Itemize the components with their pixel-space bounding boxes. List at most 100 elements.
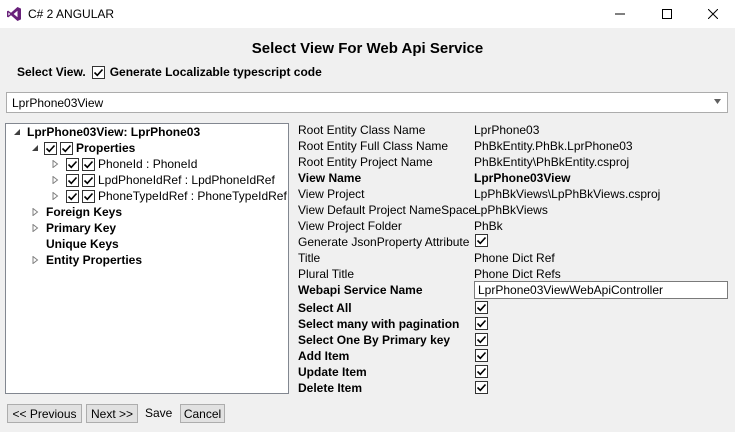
root-entity-project-name-value: PhBkEntity\PhBkEntity.csproj (474, 155, 630, 169)
root-entity-class-name-value: LprPhone03 (474, 123, 540, 137)
tree-node-property[interactable]: LpdPhoneIdRef : LpdPhoneIdRef (50, 172, 275, 188)
cancel-button[interactable]: Cancel (180, 404, 225, 423)
close-icon (708, 9, 718, 19)
view-select-value: LprPhone03View (12, 96, 104, 110)
view-project-folder-label: View Project Folder (298, 219, 402, 233)
tree-node-label: Properties (76, 141, 136, 155)
properties-checkbox-a[interactable] (44, 141, 57, 155)
properties-checkbox-b[interactable] (60, 141, 73, 155)
view-project-value: LpPhBkViews\LpPhBkViews.csproj (474, 187, 661, 201)
tree-node-entity-properties[interactable]: Entity Properties (30, 252, 142, 268)
root-entity-full-class-name-label: Root Entity Full Class Name (298, 139, 449, 153)
close-button[interactable] (690, 0, 735, 28)
select-one-label: Select One By Primary key (298, 333, 451, 347)
plural-title-label: Plural Title (298, 267, 355, 281)
view-select-dropdown[interactable]: LprPhone03View (6, 92, 728, 113)
checkmark-icon (93, 68, 103, 76)
tree-node-primary-key[interactable]: Primary Key (30, 220, 116, 236)
chevron-down-icon (714, 99, 721, 104)
minimize-icon (615, 13, 625, 15)
tree-node-properties[interactable]: Properties (30, 140, 135, 156)
view-project-label: View Project (298, 187, 365, 201)
add-item-checkbox[interactable] (475, 349, 488, 362)
title-label: Title (298, 251, 321, 265)
next-button[interactable]: Next >> (86, 404, 138, 423)
checkmark-icon (67, 192, 78, 200)
checkmark-icon (83, 192, 94, 200)
checkmark-icon (476, 319, 487, 328)
window-title: C# 2 ANGULAR (28, 7, 115, 21)
tree-root-node[interactable]: LprPhone03View: LprPhone03 (12, 124, 200, 140)
generate-json-property-checkbox[interactable] (475, 234, 488, 247)
tree-node-label: Primary Key (46, 221, 117, 235)
checkmark-icon (67, 176, 78, 184)
root-entity-project-name-label: Root Entity Project Name (298, 155, 433, 169)
update-item-label: Update Item (298, 365, 367, 379)
expand-arrow-icon[interactable] (30, 255, 40, 265)
property-checkbox-a[interactable] (66, 173, 79, 187)
webapi-service-name-label: Webapi Service Name (298, 283, 423, 297)
maximize-button[interactable] (644, 0, 690, 28)
root-entity-class-name-label: Root Entity Class Name (298, 123, 426, 137)
property-checkbox-b[interactable] (82, 173, 95, 187)
view-default-namespace-label: View Default Project NameSpace (298, 203, 476, 217)
checkmark-icon (83, 176, 94, 184)
checkmark-icon (476, 383, 487, 392)
select-all-checkbox[interactable] (475, 301, 488, 314)
title-value: Phone Dict Ref (474, 251, 555, 265)
select-many-checkbox[interactable] (475, 317, 488, 330)
plural-title-value: Phone Dict Refs (474, 267, 561, 281)
tree-node-foreign-keys[interactable]: Foreign Keys (30, 204, 122, 220)
checkmark-icon (476, 367, 487, 376)
property-checkbox-b[interactable] (82, 157, 95, 171)
save-button[interactable]: Save (145, 406, 172, 420)
delete-item-label: Delete Item (298, 381, 363, 395)
expand-arrow-icon[interactable] (50, 191, 60, 201)
select-one-checkbox[interactable] (475, 333, 488, 346)
minimize-button[interactable] (597, 0, 643, 28)
maximize-icon (662, 9, 672, 19)
collapse-arrow-icon[interactable] (12, 127, 22, 137)
property-checkbox-a[interactable] (66, 157, 79, 171)
checkmark-icon (67, 160, 78, 168)
tree-node-label: Unique Keys (46, 237, 119, 251)
update-item-checkbox[interactable] (475, 365, 488, 378)
tree-node-label: LpdPhoneIdRef : LpdPhoneIdRef (98, 173, 275, 187)
add-item-label: Add Item (298, 349, 350, 363)
collapse-arrow-icon[interactable] (30, 143, 40, 153)
tree-node-label: Entity Properties (46, 253, 143, 267)
webapi-service-name-input[interactable]: LprPhone03ViewWebApiController (474, 281, 728, 299)
select-all-label: Select All (298, 301, 352, 315)
checkmark-icon (45, 144, 56, 152)
view-name-label: View Name (298, 171, 362, 185)
tree-node-property[interactable]: PhoneId : PhoneId (50, 156, 197, 172)
checkmark-icon (476, 236, 487, 245)
expand-arrow-icon[interactable] (50, 159, 60, 169)
tree-node-property[interactable]: PhoneTypeIdRef : PhoneTypeIdRef (50, 188, 287, 204)
select-view-row: Select View. Generate Localizable typesc… (17, 64, 322, 80)
expand-arrow-icon[interactable] (30, 207, 40, 217)
property-checkbox-a[interactable] (66, 189, 79, 203)
localizable-checkbox-label[interactable]: Generate Localizable typescript code (110, 65, 322, 79)
entity-tree[interactable]: LprPhone03View: LprPhone03 Properties Ph… (5, 123, 289, 394)
root-entity-full-class-name-value: PhBkEntity.PhBk.LprPhone03 (474, 139, 633, 153)
expand-arrow-icon[interactable] (30, 223, 40, 233)
view-name-value: LprPhone03View (474, 171, 571, 185)
property-checkbox-b[interactable] (82, 189, 95, 203)
tree-node-label: PhoneTypeIdRef : PhoneTypeIdRef (98, 189, 287, 203)
visual-studio-icon (7, 7, 21, 21)
tree-node-unique-keys[interactable]: Unique Keys (46, 236, 119, 252)
checkmark-icon (476, 303, 487, 312)
checkmark-icon (476, 335, 487, 344)
checkmark-icon (476, 351, 487, 360)
localizable-checkbox[interactable] (91, 65, 105, 79)
previous-button[interactable]: << Previous (7, 404, 82, 423)
generate-json-property-label: Generate JsonProperty Attribute (298, 235, 470, 249)
expand-arrow-icon[interactable] (50, 175, 60, 185)
tree-node-label: Foreign Keys (46, 205, 123, 219)
select-view-label: Select View. (17, 65, 86, 79)
view-default-namespace-value: LpPhBkViews (474, 203, 548, 217)
delete-item-checkbox[interactable] (475, 381, 488, 394)
page-heading: Select View For Web Api Service (251, 40, 484, 57)
view-project-folder-value: PhBk (474, 219, 503, 233)
